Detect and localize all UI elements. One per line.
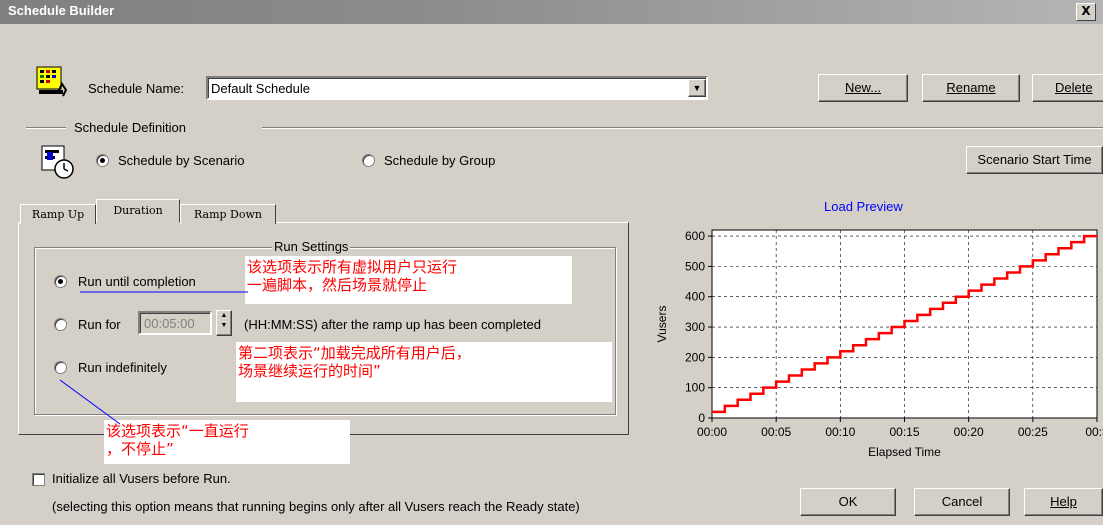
help-button-label: Help <box>1050 494 1077 509</box>
x-tick-label: 00:10 <box>825 425 855 439</box>
y-tick-label: 300 <box>685 320 705 334</box>
load-preview-chart: 0 100 200 300 400 500 600 00:00 00:05 00:10 00:15 0… <box>655 229 1103 459</box>
x-tick-label: 00:15 <box>889 425 919 439</box>
help-button[interactable]: Help <box>1024 488 1103 516</box>
initialize-vusers-hint: (selecting this option means that runnin… <box>52 499 580 514</box>
chart-title: Load Preview <box>824 199 903 214</box>
y-tick-label: 0 <box>698 411 705 425</box>
y-tick-label: 400 <box>685 290 705 304</box>
initialize-vusers-checkbox[interactable] <box>32 473 45 486</box>
initialize-vusers-label[interactable]: Initialize all Vusers before Run. <box>52 471 231 486</box>
x-tick-label: 00:3 <box>1085 425 1103 439</box>
tab-duration[interactable]: Duration <box>96 199 180 223</box>
x-tick-label: 00:00 <box>697 425 727 439</box>
annotation-connector-3 <box>59 379 121 425</box>
y-tick-label: 100 <box>685 381 705 395</box>
ok-button-label: OK <box>838 494 858 509</box>
x-axis-label: Elapsed Time <box>868 445 941 459</box>
ok-button[interactable]: OK <box>800 488 896 516</box>
y-tick-label: 600 <box>685 229 705 243</box>
y-axis-label: Vusers <box>655 306 669 343</box>
x-tick-label: 00:05 <box>761 425 791 439</box>
y-tick-label: 500 <box>685 259 705 273</box>
y-tick-label: 200 <box>685 350 705 364</box>
x-tick-label: 00:25 <box>1018 425 1048 439</box>
cancel-button-label: Cancel <box>941 494 983 509</box>
x-tick-label: 00:20 <box>954 425 984 439</box>
cancel-button[interactable]: Cancel <box>914 488 1010 516</box>
